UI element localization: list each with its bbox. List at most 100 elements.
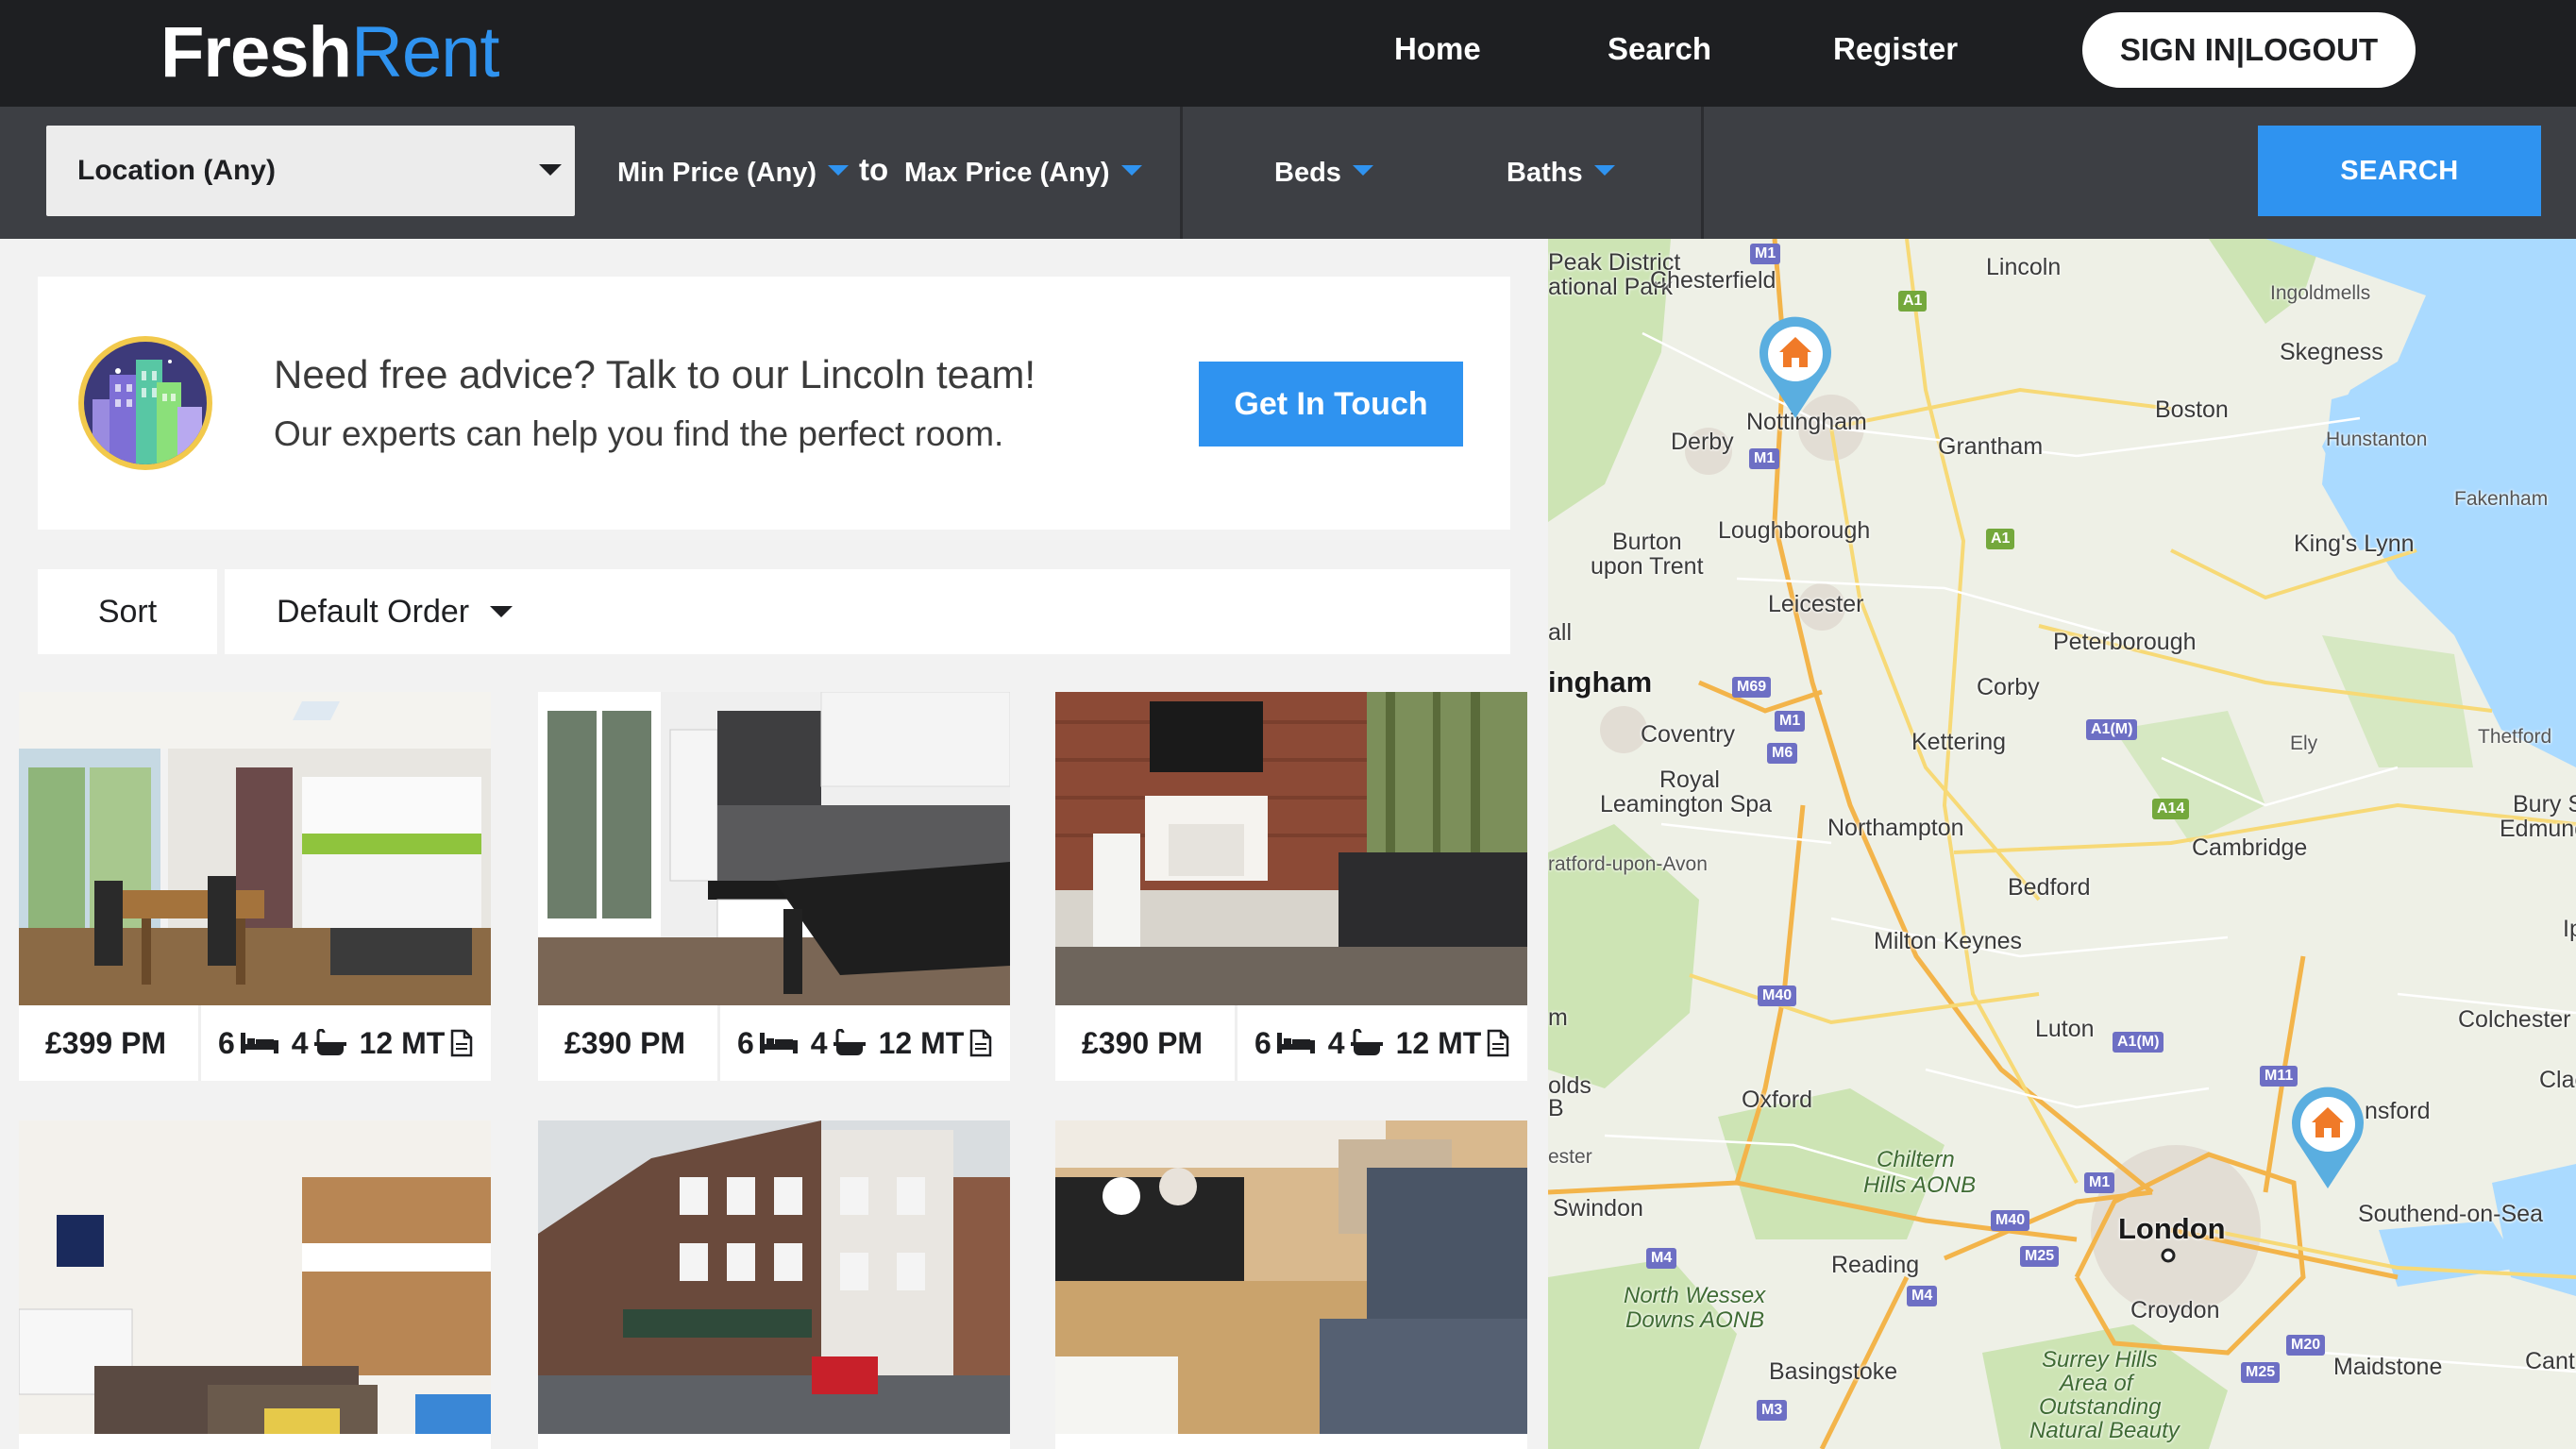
road-badge: M3 <box>1757 1400 1788 1421</box>
sort-label: Sort <box>38 569 217 654</box>
lease-term: 12 MT <box>878 1025 965 1060</box>
listing-card[interactable] <box>19 1120 491 1449</box>
sort-order-select[interactable]: Default Order <box>225 569 1510 654</box>
listing-photo-open-plan-lounge[interactable] <box>19 1120 491 1434</box>
chevron-down-icon <box>1120 164 1142 176</box>
filter-divider <box>1180 107 1183 239</box>
listing-price: £390 PM <box>564 1025 686 1060</box>
map-place-label: Cambridge <box>2192 834 2308 861</box>
map-place-label: Burton <box>1612 529 1682 555</box>
listing-photo-brick-building[interactable] <box>538 1120 1010 1434</box>
beds-select[interactable]: Beds <box>1274 156 1373 190</box>
bath-icon <box>313 1029 346 1055</box>
listing-card[interactable]: £390 PM 6 4 12 MT <box>538 692 1010 1081</box>
map-place-label: Downs AONB <box>1625 1307 1765 1333</box>
map-place-label: ingham <box>1548 666 1653 699</box>
map-place-label: King's Lynn <box>2294 531 2415 557</box>
map-place-label: Basingstoke <box>1769 1358 1898 1385</box>
bath-icon <box>833 1029 866 1055</box>
filter-divider <box>1701 107 1704 239</box>
map-place-label: North Wessex <box>1624 1283 1766 1308</box>
top-navigation-bar: FreshRent Home Search Register SIGN IN|L… <box>0 0 2576 107</box>
listing-photo-lounge-sofas[interactable] <box>1055 1120 1527 1434</box>
road-badge: M1 <box>1775 711 1806 732</box>
map-place-label: Cant <box>2525 1348 2575 1374</box>
road-badge: M40 <box>1758 986 1797 1006</box>
beds-count: 6 <box>218 1025 235 1060</box>
map-place-label: Leicester <box>1768 591 1864 617</box>
map-place-label: Corby <box>1977 674 2040 700</box>
listing-photo-living-room[interactable] <box>1055 692 1527 1005</box>
listing-meta: £399 PM 6 4 12 MT <box>19 1005 491 1081</box>
price-range-separator: to <box>859 152 889 187</box>
map-place-label: Ingoldmells <box>2270 282 2371 304</box>
map-place-label: Surrey Hills <box>2042 1347 2158 1373</box>
logo-fresh: Fresh <box>160 12 352 93</box>
city-buildings-icon <box>78 336 212 470</box>
document-icon <box>451 1029 473 1057</box>
map-place-label: Grantham <box>1938 433 2044 460</box>
property-map-pin[interactable] <box>2288 1087 2367 1190</box>
property-map[interactable]: Peak District ational Park Chesterfield … <box>1548 239 2576 1449</box>
min-price-select[interactable]: Min Price (Any) <box>617 156 850 190</box>
map-place-label: London <box>2118 1212 2226 1245</box>
bed-icon <box>1276 1033 1315 1053</box>
map-place-label: Peterborough <box>2053 629 2197 655</box>
listing-meta: £390 PM 6 4 12 MT <box>538 1005 1010 1081</box>
chevron-down-icon <box>1352 164 1373 176</box>
advice-banner: Need free advice? Talk to our Lincoln te… <box>38 277 1510 530</box>
road-badge: M1 <box>1750 244 1781 264</box>
listing-card[interactable] <box>538 1120 1010 1449</box>
lease-term: 12 MT <box>1395 1025 1482 1060</box>
road-badge: M69 <box>1732 677 1772 698</box>
chevron-down-icon <box>490 606 514 617</box>
listing-card[interactable]: £399 PM 6 4 12 MT <box>19 692 491 1081</box>
bed-icon <box>240 1033 278 1053</box>
freshrent-logo[interactable]: FreshRent <box>160 8 500 98</box>
location-select[interactable]: Location (Any) <box>46 126 575 216</box>
listing-card[interactable] <box>1055 1120 1527 1449</box>
map-place-label: Fakenham <box>2454 488 2549 510</box>
property-map-pin[interactable] <box>1756 316 1835 420</box>
map-place-label: Kettering <box>1911 729 2007 755</box>
map-place-label: Area of <box>2060 1371 2133 1396</box>
road-badge: M11 <box>2260 1066 2298 1087</box>
baths-count: 4 <box>810 1025 828 1060</box>
max-price-select[interactable]: Max Price (Any) <box>904 156 1142 190</box>
map-place-label: Edmunds <box>2500 816 2576 842</box>
nav-home-link[interactable]: Home <box>1394 28 1481 70</box>
baths-label: Baths <box>1507 158 1583 188</box>
chevron-down-icon <box>539 164 562 176</box>
map-place-label: Colchester <box>2458 1006 2571 1033</box>
map-place-label: Bedford <box>2008 874 2091 901</box>
map-place-label: Milton Keynes <box>1874 928 2023 954</box>
map-place-label: Croydon <box>2130 1297 2220 1323</box>
get-in-touch-button[interactable]: Get In Touch <box>1199 362 1463 446</box>
baths-select[interactable]: Baths <box>1507 156 1615 190</box>
map-place-label: Loughborough <box>1718 517 1871 544</box>
listing-photo-kitchen[interactable] <box>538 692 1010 1005</box>
listing-price: £390 PM <box>1082 1025 1204 1060</box>
listing-card[interactable]: £390 PM 6 4 12 MT <box>1055 692 1527 1081</box>
listing-meta: £390 PM 6 4 12 MT <box>1055 1005 1527 1081</box>
sort-order-value: Default Order <box>277 593 470 630</box>
map-place-label: Skegness <box>2280 339 2383 365</box>
road-badge: A1(M) <box>2113 1032 2164 1053</box>
road-badge: M6 <box>1767 743 1798 764</box>
listing-features: 6 4 12 MT <box>201 1026 486 1061</box>
search-button[interactable]: SEARCH <box>2258 126 2541 216</box>
chevron-down-icon <box>828 164 850 176</box>
listing-photo-kitchen-diner[interactable] <box>19 692 491 1005</box>
map-place-label: Chiltern <box>1877 1147 1955 1172</box>
map-place-label: Reading <box>1831 1252 1920 1278</box>
map-place-label: Maidstone <box>2333 1354 2443 1380</box>
map-place-label: Clac <box>2539 1067 2576 1093</box>
beds-count: 6 <box>1254 1025 1271 1060</box>
nav-register-link[interactable]: Register <box>1833 28 1958 70</box>
map-place-label: Outstanding <box>2039 1394 2162 1420</box>
map-place-label: Lincoln <box>1986 254 2062 280</box>
listing-price: £399 PM <box>45 1025 167 1060</box>
map-place-label: Bury St <box>2513 791 2576 817</box>
nav-search-link[interactable]: Search <box>1608 28 1711 70</box>
sign-in-logout-button[interactable]: SIGN IN|LOGOUT <box>2082 12 2416 88</box>
